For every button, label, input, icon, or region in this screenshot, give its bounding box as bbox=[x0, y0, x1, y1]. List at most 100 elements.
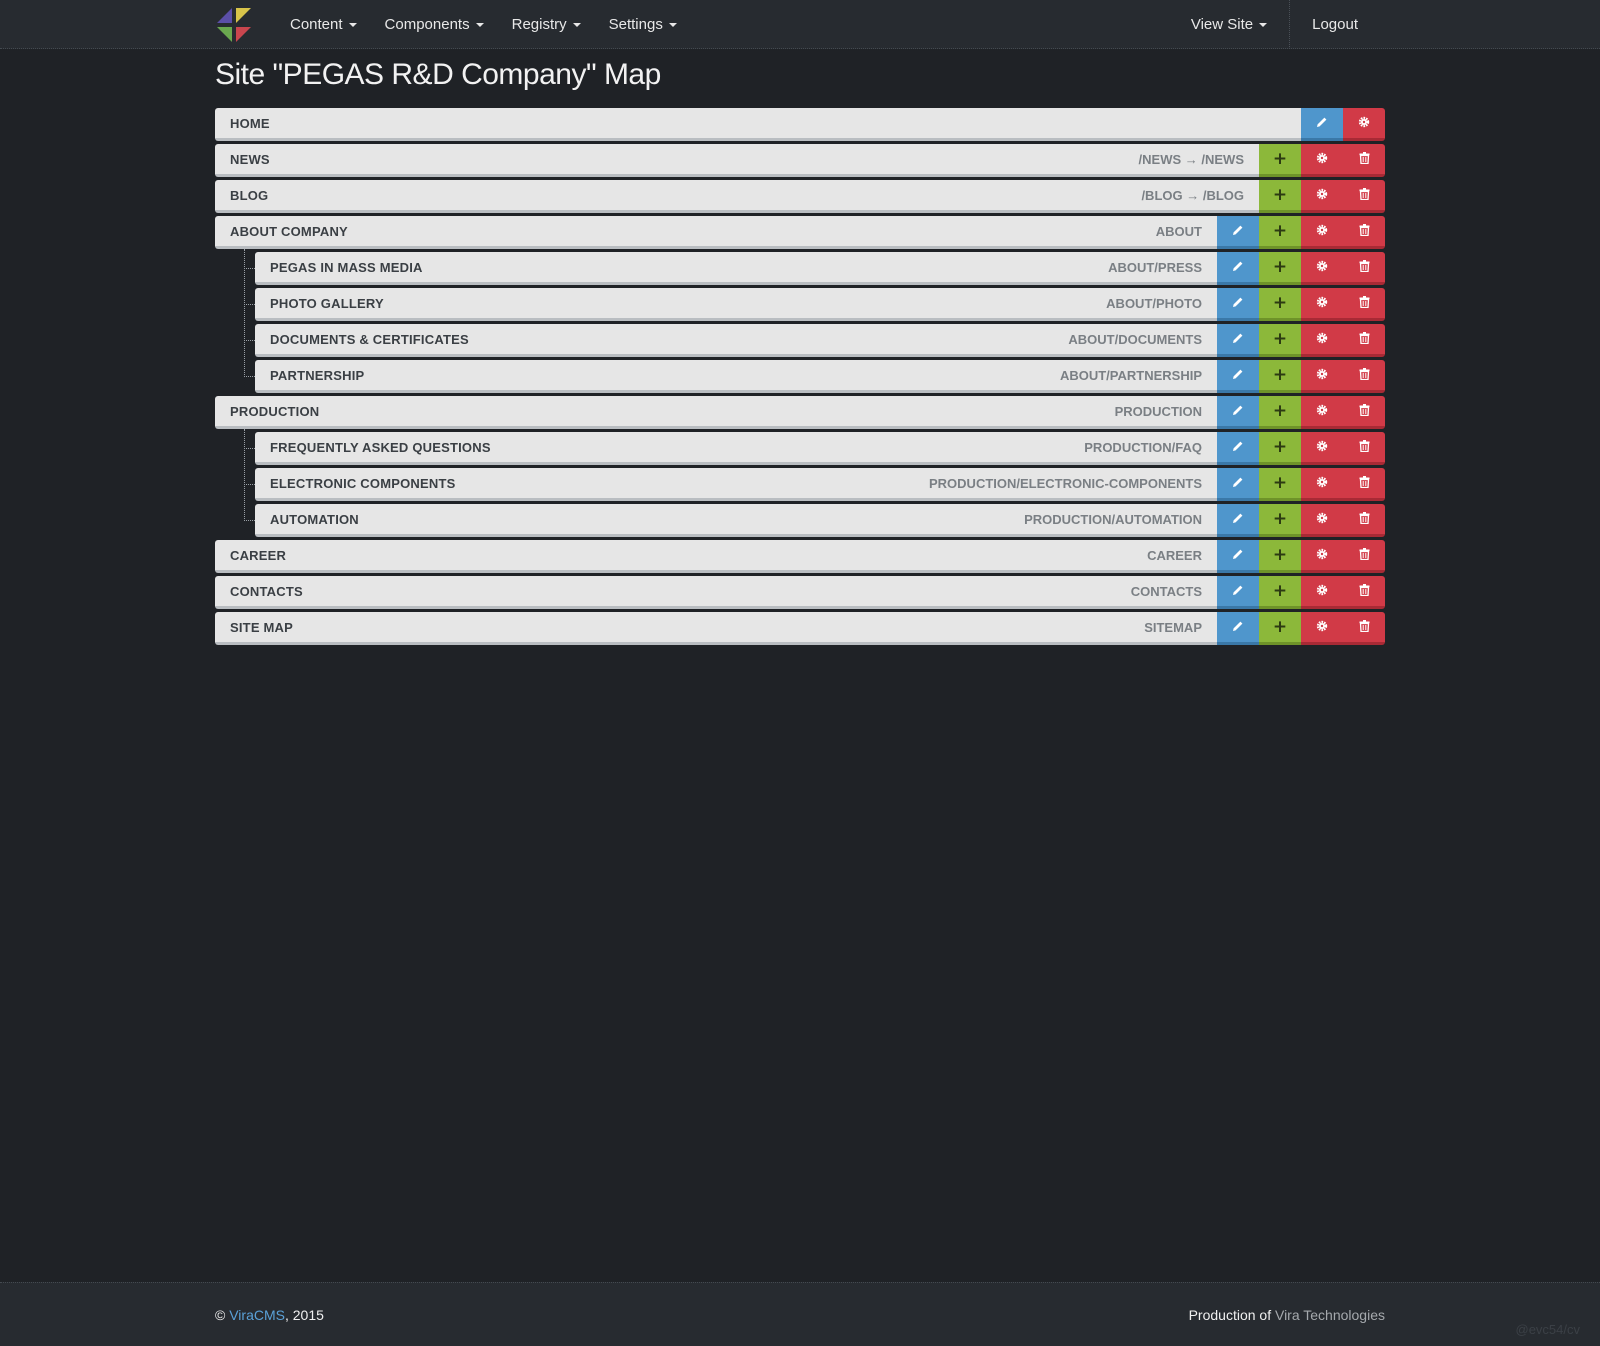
add-button[interactable]: + bbox=[1259, 468, 1301, 501]
edit-button[interactable] bbox=[1217, 468, 1259, 501]
tree-node-item[interactable]: PEGAS IN MASS MEDIA ABOUT/PRESS bbox=[255, 252, 1217, 285]
plus-icon: + bbox=[1272, 545, 1288, 565]
edit-button[interactable] bbox=[1301, 108, 1343, 141]
gear-icon bbox=[1316, 332, 1328, 347]
settings-button[interactable] bbox=[1301, 396, 1343, 429]
plus-icon: + bbox=[1272, 329, 1288, 349]
add-button[interactable]: + bbox=[1259, 144, 1301, 177]
settings-button[interactable] bbox=[1301, 504, 1343, 537]
add-button[interactable]: + bbox=[1259, 324, 1301, 357]
view-site-dropdown[interactable]: View Site bbox=[1177, 0, 1281, 49]
edit-button[interactable] bbox=[1217, 252, 1259, 285]
tree-node: PHOTO GALLERY ABOUT/PHOTO + bbox=[244, 268, 1385, 321]
caret-down-icon bbox=[572, 22, 581, 27]
add-button[interactable]: + bbox=[1259, 252, 1301, 285]
delete-button[interactable] bbox=[1343, 216, 1385, 249]
viracms-link[interactable]: ViraCMS bbox=[229, 1307, 285, 1323]
add-button[interactable]: + bbox=[1259, 396, 1301, 429]
settings-button[interactable] bbox=[1301, 612, 1343, 645]
add-button[interactable]: + bbox=[1259, 360, 1301, 393]
add-button[interactable]: + bbox=[1259, 540, 1301, 573]
menu-components[interactable]: Components bbox=[371, 0, 498, 49]
delete-button[interactable] bbox=[1343, 396, 1385, 429]
tree-connector bbox=[244, 340, 255, 377]
tree-node-item[interactable]: HOME bbox=[215, 108, 1301, 141]
delete-button[interactable] bbox=[1343, 324, 1385, 357]
delete-button[interactable] bbox=[1343, 180, 1385, 213]
tree-connector bbox=[244, 484, 255, 521]
delete-button[interactable] bbox=[1343, 432, 1385, 465]
settings-button[interactable] bbox=[1301, 576, 1343, 609]
delete-button[interactable] bbox=[1343, 144, 1385, 177]
tree-node-item[interactable]: FREQUENTLY ASKED QUESTIONS PRODUCTION/FAQ bbox=[255, 432, 1217, 465]
settings-button[interactable] bbox=[1301, 252, 1343, 285]
add-button[interactable]: + bbox=[1259, 288, 1301, 321]
edit-button[interactable] bbox=[1217, 288, 1259, 321]
edit-button[interactable] bbox=[1217, 540, 1259, 573]
delete-button[interactable] bbox=[1343, 252, 1385, 285]
delete-button[interactable] bbox=[1343, 288, 1385, 321]
delete-button[interactable] bbox=[1343, 576, 1385, 609]
settings-button[interactable] bbox=[1301, 216, 1343, 249]
tree-node-item[interactable]: PRODUCTION PRODUCTION bbox=[215, 396, 1217, 429]
tree-node-item[interactable]: CONTACTS CONTACTS bbox=[215, 576, 1217, 609]
tree-node-item[interactable]: CAREER CAREER bbox=[215, 540, 1217, 573]
menu-settings[interactable]: Settings bbox=[595, 0, 691, 49]
tree-node-item[interactable]: ELECTRONIC COMPONENTS PRODUCTION/ELECTRON… bbox=[255, 468, 1217, 501]
tree-connector bbox=[244, 429, 255, 449]
edit-button[interactable] bbox=[1217, 396, 1259, 429]
nav-divider bbox=[1289, 0, 1291, 49]
tree-node-item[interactable]: BLOG/BLOG → /BLOG bbox=[215, 180, 1259, 213]
tree-node: PEGAS IN MASS MEDIA ABOUT/PRESS + bbox=[244, 249, 1385, 285]
settings-button[interactable] bbox=[1301, 180, 1343, 213]
settings-button[interactable] bbox=[1343, 108, 1385, 141]
copyright-symbol: © bbox=[215, 1307, 226, 1323]
settings-button[interactable] bbox=[1301, 540, 1343, 573]
edit-button[interactable] bbox=[1217, 576, 1259, 609]
add-button[interactable]: + bbox=[1259, 612, 1301, 645]
edit-button[interactable] bbox=[1217, 216, 1259, 249]
tree-node-path: ABOUT/DOCUMENTS bbox=[1068, 331, 1202, 347]
tree-node-item[interactable]: ABOUT COMPANY ABOUT bbox=[215, 216, 1217, 249]
delete-button[interactable] bbox=[1343, 468, 1385, 501]
tree-node-item[interactable]: DOCUMENTS & CERTIFICATES ABOUT/DOCUMENTS bbox=[255, 324, 1217, 357]
add-button[interactable]: + bbox=[1259, 576, 1301, 609]
edit-button[interactable] bbox=[1217, 324, 1259, 357]
tree-node-item[interactable]: PHOTO GALLERY ABOUT/PHOTO bbox=[255, 288, 1217, 321]
menu-content[interactable]: Content bbox=[276, 0, 371, 49]
tree-node-path: CONTACTS bbox=[1130, 583, 1202, 599]
caret-down-icon bbox=[1259, 22, 1268, 27]
site-map-tree: HOME NEWS/NEWS → /NEWS + BLOG/BLOG → /BLOG +… bbox=[215, 108, 1385, 648]
settings-button[interactable] bbox=[1301, 144, 1343, 177]
tree-node-item[interactable]: NEWS/NEWS → /NEWS bbox=[215, 144, 1259, 177]
tree-connector bbox=[244, 268, 255, 305]
edit-button[interactable] bbox=[1217, 612, 1259, 645]
delete-button[interactable] bbox=[1343, 360, 1385, 393]
logo-icon[interactable] bbox=[215, 6, 253, 44]
tree-node-item[interactable]: PARTNERSHIP ABOUT/PARTNERSHIP bbox=[255, 360, 1217, 393]
vira-technologies-link[interactable]: Vira Technologies bbox=[1275, 1307, 1385, 1323]
settings-button[interactable] bbox=[1301, 360, 1343, 393]
tree-node-item[interactable]: AUTOMATION PRODUCTION/AUTOMATION bbox=[255, 504, 1217, 537]
add-button[interactable]: + bbox=[1259, 216, 1301, 249]
tree-node: NEWS/NEWS → /NEWS + bbox=[215, 144, 1385, 177]
logout-link[interactable]: Logout bbox=[1298, 0, 1372, 49]
trash-icon bbox=[1359, 187, 1370, 203]
menu-registry[interactable]: Registry bbox=[498, 0, 595, 49]
delete-button[interactable] bbox=[1343, 540, 1385, 573]
add-button[interactable]: + bbox=[1259, 432, 1301, 465]
edit-button[interactable] bbox=[1217, 360, 1259, 393]
tree-node-path: ABOUT bbox=[1155, 223, 1202, 239]
edit-button[interactable] bbox=[1217, 504, 1259, 537]
delete-button[interactable] bbox=[1343, 612, 1385, 645]
tree-node-item[interactable]: SITE MAP SITEMAP bbox=[215, 612, 1217, 645]
delete-button[interactable] bbox=[1343, 504, 1385, 537]
edit-button[interactable] bbox=[1217, 432, 1259, 465]
pencil-icon bbox=[1232, 440, 1244, 455]
settings-button[interactable] bbox=[1301, 432, 1343, 465]
settings-button[interactable] bbox=[1301, 288, 1343, 321]
add-button[interactable]: + bbox=[1259, 180, 1301, 213]
settings-button[interactable] bbox=[1301, 468, 1343, 501]
add-button[interactable]: + bbox=[1259, 504, 1301, 537]
settings-button[interactable] bbox=[1301, 324, 1343, 357]
